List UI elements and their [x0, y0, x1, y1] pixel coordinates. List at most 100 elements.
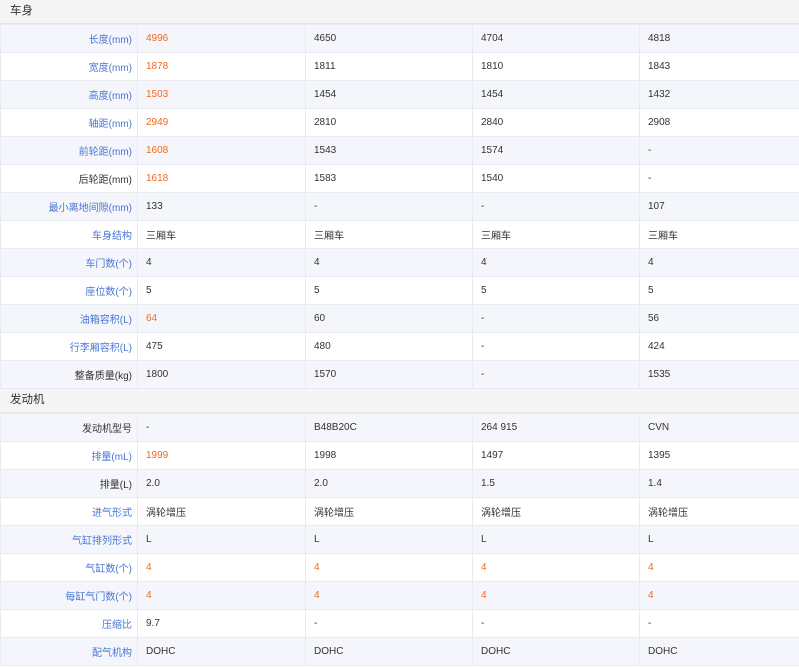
- spec-value-text: 4: [481, 562, 487, 573]
- spec-label-link[interactable]: 排量(mL): [0, 441, 138, 470]
- spec-value: -: [305, 609, 473, 638]
- spec-value-text: 475: [146, 341, 163, 352]
- spec-value-text: 三厢车: [314, 231, 344, 242]
- spec-value: 4: [137, 553, 306, 582]
- spec-value: 4: [472, 553, 640, 582]
- spec-label-link[interactable]: 宽度(mm): [0, 52, 138, 81]
- section-header: 车身: [0, 0, 799, 24]
- table-row: 车身结构 三厢车 三厢车 三厢车 三厢车: [0, 220, 799, 249]
- spec-value-text: 涡轮增压: [146, 508, 186, 519]
- spec-value-text: 2949: [146, 117, 169, 128]
- spec-value: 涡轮增压: [639, 497, 799, 526]
- spec-value-text: 1811: [314, 61, 336, 72]
- spec-label-link[interactable]: 最小离地间隙(mm): [0, 192, 138, 221]
- spec-value: 2.0: [305, 469, 473, 498]
- spec-label-link[interactable]: 轴距(mm): [0, 108, 138, 137]
- spec-value-text: 1454: [481, 89, 504, 100]
- spec-value: 4: [639, 248, 799, 277]
- spec-label-link[interactable]: 油箱容积(L): [0, 304, 138, 333]
- spec-value: 4: [472, 248, 640, 277]
- table-row: 长度(mm) 4996 4650 4704 4818: [0, 24, 799, 53]
- spec-value: 4: [305, 581, 473, 610]
- spec-value: 424: [639, 332, 799, 361]
- spec-value: 2949: [137, 108, 306, 137]
- spec-value: 1395: [639, 441, 799, 470]
- spec-value: 56: [639, 304, 799, 333]
- spec-value: L: [137, 525, 306, 554]
- spec-value-text: 1999: [146, 450, 169, 461]
- spec-value: 4: [639, 581, 799, 610]
- table-row: 最小离地间隙(mm) 133 - - 107: [0, 192, 799, 221]
- spec-value-text: -: [146, 422, 150, 433]
- spec-value: 2908: [639, 108, 799, 137]
- spec-value-text: 涡轮增压: [648, 508, 688, 519]
- spec-value-text: 56: [648, 313, 660, 324]
- spec-value-text: 4: [481, 257, 487, 268]
- spec-value: -: [472, 360, 640, 389]
- spec-value: -: [472, 332, 640, 361]
- spec-label-link[interactable]: 座位数(个): [0, 276, 138, 305]
- spec-label-link[interactable]: 前轮距(mm): [0, 136, 138, 165]
- spec-value: 1570: [305, 360, 473, 389]
- spec-value-text: 三厢车: [481, 231, 511, 242]
- spec-value-text: DOHC: [481, 646, 511, 657]
- spec-value-text: 5: [648, 285, 654, 296]
- table-row: 气缸数(个) 4 4 4 4: [0, 553, 799, 582]
- spec-value-text: 4650: [314, 33, 337, 44]
- spec-label-link[interactable]: 进气形式: [0, 497, 138, 526]
- spec-value-text: 4: [146, 562, 152, 573]
- spec-value-text: 9.7: [146, 618, 160, 629]
- spec-label-link[interactable]: 配气机构: [0, 637, 138, 666]
- spec-value-text: 1454: [314, 89, 337, 100]
- spec-value-text: -: [481, 313, 485, 324]
- spec-value: 三厢车: [305, 220, 473, 249]
- table-row: 油箱容积(L) 64 60 - 56: [0, 304, 799, 333]
- spec-value-text: 1998: [314, 450, 337, 461]
- spec-value: 1543: [305, 136, 473, 165]
- spec-value: 1540: [472, 164, 640, 193]
- spec-label-link[interactable]: 车身结构: [0, 220, 138, 249]
- spec-value-text: -: [481, 201, 485, 212]
- spec-value: 60: [305, 304, 473, 333]
- spec-label-link[interactable]: 车门数(个): [0, 248, 138, 277]
- spec-value: 1810: [472, 52, 640, 81]
- spec-label-link[interactable]: 压缩比: [0, 609, 138, 638]
- spec-value-text: 4: [648, 562, 654, 573]
- spec-value: 1497: [472, 441, 640, 470]
- spec-table: 长度(mm) 4996 4650 4704 4818 宽度(mm) 1878 1811 1810…: [0, 24, 799, 389]
- table-row: 后轮距(mm) 1618 1583 1540 -: [0, 164, 799, 193]
- spec-value-text: 2.0: [314, 478, 328, 489]
- spec-value-text: 三厢车: [146, 231, 176, 242]
- spec-label: 发动机型号: [0, 413, 138, 442]
- spec-value: -: [639, 164, 799, 193]
- spec-value: 107: [639, 192, 799, 221]
- spec-comparison: 车身 长度(mm) 4996 4650 4704 4818 宽度(mm) 1878 1811 18…: [0, 0, 799, 666]
- spec-label-link[interactable]: 高度(mm): [0, 80, 138, 109]
- table-row: 排量(L) 2.0 2.0 1.5 1.4: [0, 469, 799, 498]
- spec-value: DOHC: [639, 637, 799, 666]
- spec-value-text: 64: [146, 313, 158, 324]
- spec-value: 1811: [305, 52, 473, 81]
- spec-label-link[interactable]: 气缸排列形式: [0, 525, 138, 554]
- spec-value: -: [472, 609, 640, 638]
- spec-value-text: 4: [314, 562, 320, 573]
- spec-value-text: 1583: [314, 173, 337, 184]
- spec-value-text: 涡轮增压: [481, 508, 521, 519]
- spec-value-text: 1540: [481, 173, 504, 184]
- spec-label-link[interactable]: 气缸数(个): [0, 553, 138, 582]
- spec-label-link[interactable]: 每缸气门数(个): [0, 581, 138, 610]
- spec-value: L: [639, 525, 799, 554]
- spec-label-link[interactable]: 长度(mm): [0, 24, 138, 53]
- table-row: 每缸气门数(个) 4 4 4 4: [0, 581, 799, 610]
- spec-value-text: 1503: [146, 89, 169, 100]
- spec-value-text: 4704: [481, 33, 504, 44]
- spec-value-text: 1618: [146, 173, 169, 184]
- spec-value: CVN: [639, 413, 799, 442]
- spec-value: 4: [137, 248, 306, 277]
- spec-value-text: DOHC: [314, 646, 344, 657]
- spec-value-text: 107: [648, 201, 665, 212]
- spec-value-text: 4: [648, 590, 654, 601]
- spec-value-text: 1497: [481, 450, 504, 461]
- spec-label-link[interactable]: 行李厢容积(L): [0, 332, 138, 361]
- spec-value-text: 1395: [648, 450, 671, 461]
